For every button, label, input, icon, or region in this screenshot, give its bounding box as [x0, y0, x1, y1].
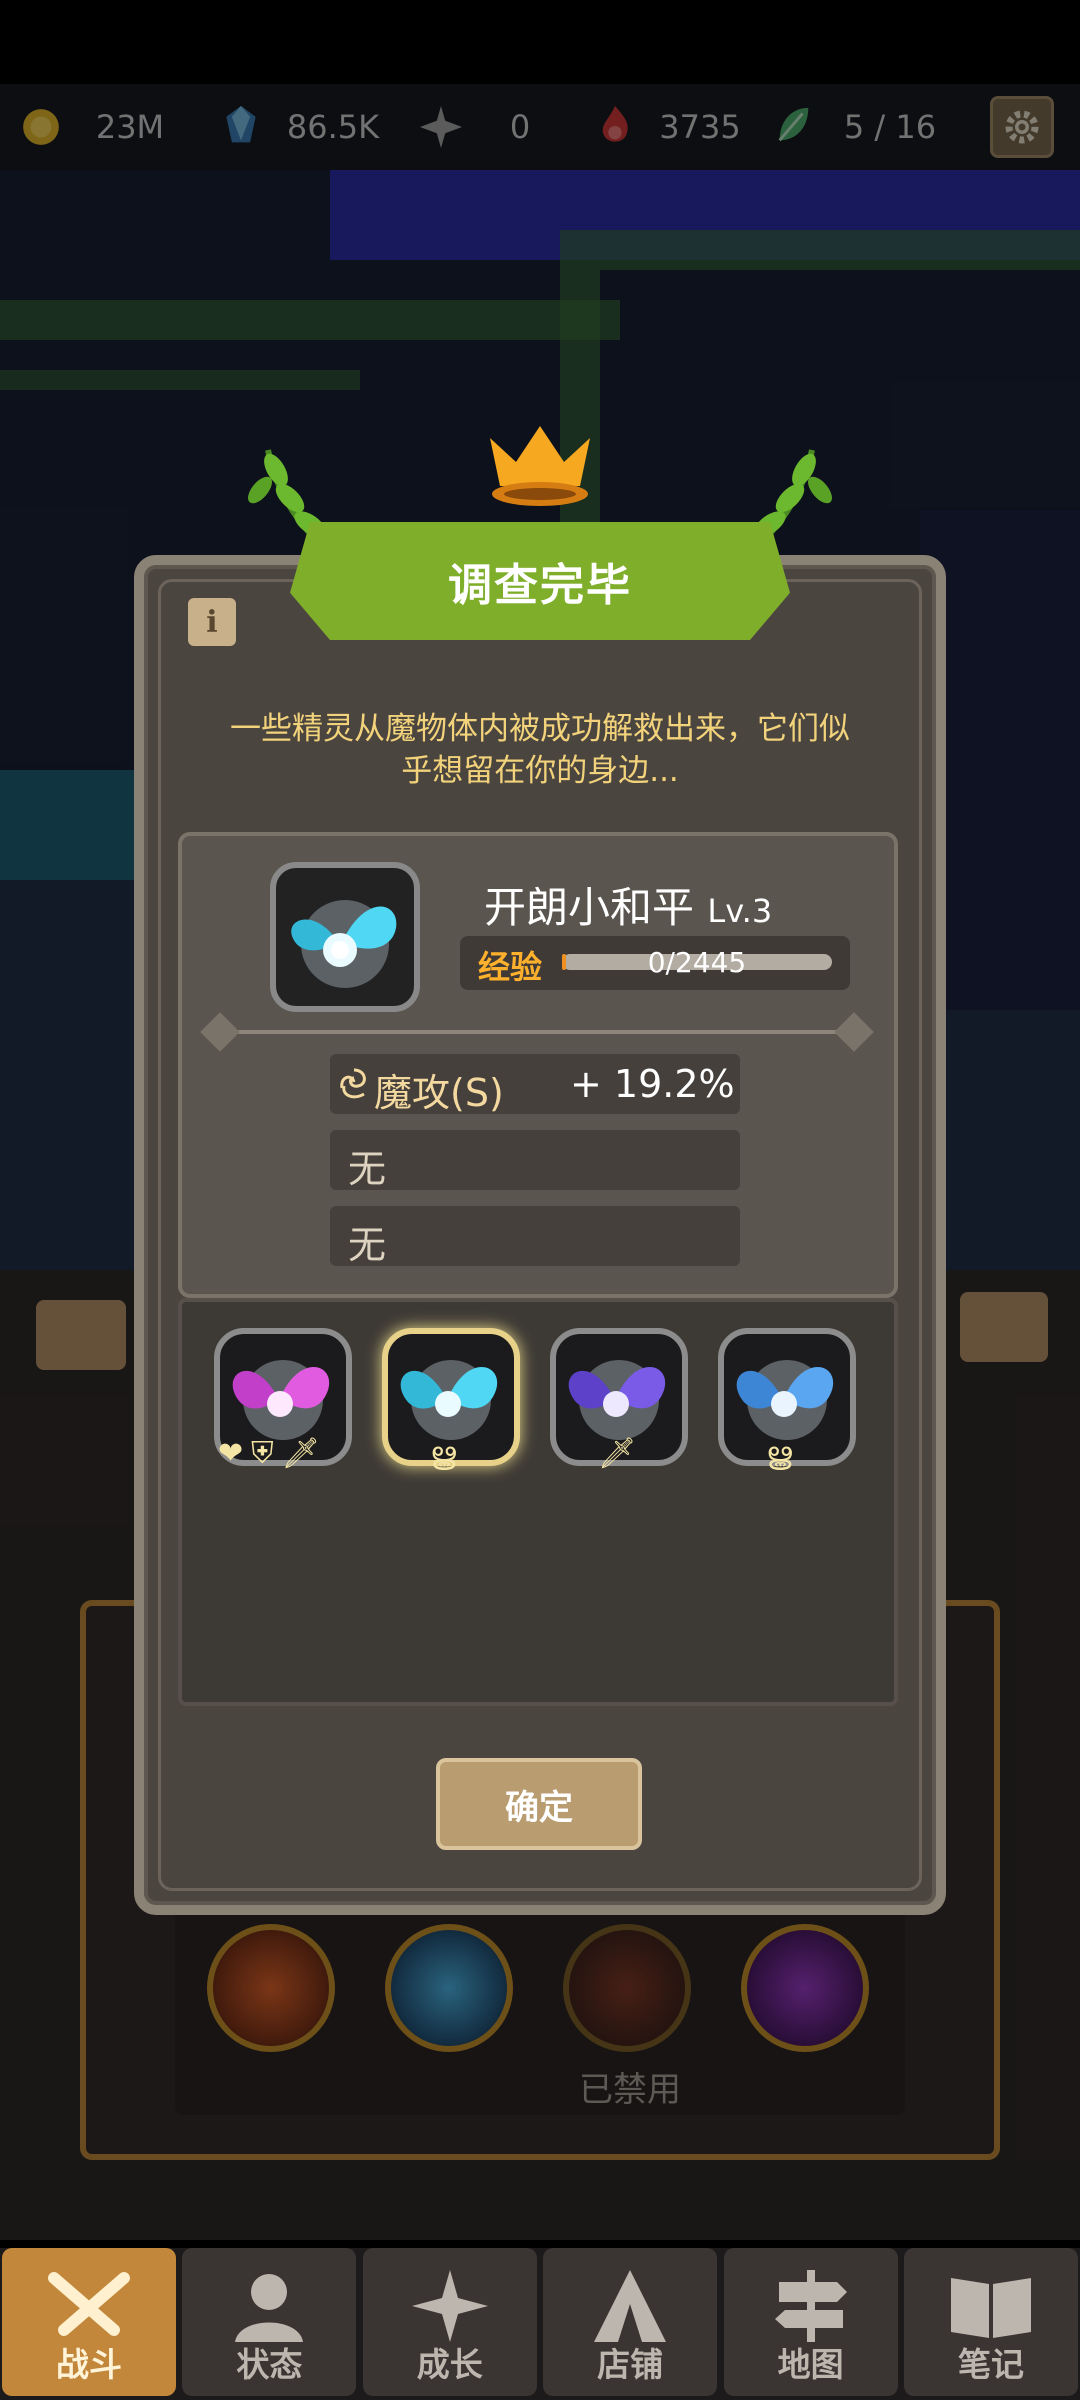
magic-swirl-icon: [340, 1068, 366, 1099]
nav-map[interactable]: 地图: [723, 2248, 898, 2396]
bottom-nav: 战斗 状态 成长 店铺 地图 笔记: [0, 2248, 1080, 2400]
confirm-button[interactable]: 确定: [436, 1758, 642, 1850]
nav-notes-label: 笔记: [957, 2345, 1024, 2384]
spirit-option-3-tags: 🗡: [598, 1436, 636, 1471]
stat-1-value: + 19.2%: [570, 1062, 735, 1106]
card-divider: [220, 1030, 860, 1034]
nav-map-label: 地图: [777, 2345, 844, 2384]
nav-shop-label: 店铺: [597, 2345, 664, 2384]
spirit-name: 开朗小和平 Lv.3: [484, 874, 772, 935]
status-bar: [0, 0, 1080, 84]
nav-notes[interactable]: 笔记: [903, 2248, 1078, 2396]
stat-3-name: 无: [348, 1223, 387, 1267]
shield-icon: ⛨: [251, 1436, 274, 1471]
stat-2-name: 无: [348, 1147, 387, 1191]
nav-shop[interactable]: 店铺: [543, 2248, 718, 2396]
stat-1-name: 魔攻(S): [374, 1071, 504, 1115]
nav-battle-label: 战斗: [56, 2345, 122, 2384]
sparkle-icon: [411, 2270, 488, 2342]
person-icon: [235, 2274, 304, 2342]
magic-swirl-icon: ൠ: [766, 1436, 792, 1471]
sword-icon: 🗡: [281, 1436, 320, 1471]
info-button[interactable]: i: [188, 598, 236, 646]
spirit-name-text: 开朗小和平: [484, 883, 695, 932]
title-banner: 调查完毕: [290, 522, 790, 640]
nav-growth-label: 成长: [416, 2345, 483, 2384]
dialog-title: 调查完毕: [448, 560, 632, 611]
nav-status-label: 状态: [236, 2345, 303, 2384]
exp-value: 0/2445: [647, 946, 747, 979]
stat-row-2: 无: [330, 1130, 740, 1191]
spirit-portrait: [270, 862, 420, 1012]
spirit-option-2-tags: ൠ: [430, 1436, 456, 1471]
book-icon: [950, 2278, 1031, 2338]
nav-status[interactable]: 状态: [182, 2248, 357, 2396]
exp-label: 经验: [478, 948, 543, 986]
crown-icon: [490, 426, 590, 506]
stat-row-1: 魔攻(S) + 19.2%: [330, 1054, 740, 1115]
sword-icon: 🗡: [598, 1436, 637, 1471]
stat-row-3: 无: [330, 1206, 740, 1267]
spirit-option-1-tags: ❤ ⛨ 🗡: [218, 1436, 320, 1471]
tent-icon: [594, 2270, 667, 2342]
confirm-label: 确定: [505, 1787, 573, 1828]
magic-swirl-icon: ൠ: [430, 1436, 456, 1471]
nav-battle[interactable]: 战斗: [2, 2248, 176, 2396]
info-icon: i: [206, 604, 218, 640]
signpost-icon: [774, 2270, 847, 2342]
nav-growth[interactable]: 成长: [362, 2248, 537, 2396]
dialog-description: 一些精灵从魔物体内被成功解救出来，它们似乎想留在你的身边...: [230, 711, 850, 789]
heart-icon: ❤: [218, 1436, 244, 1471]
spirit-option-4-tags: ൠ: [766, 1436, 792, 1471]
crossed-swords-icon: [48, 2272, 130, 2336]
cyan-fairy-icon: [291, 900, 397, 988]
spirit-level: Lv.3: [707, 892, 773, 930]
